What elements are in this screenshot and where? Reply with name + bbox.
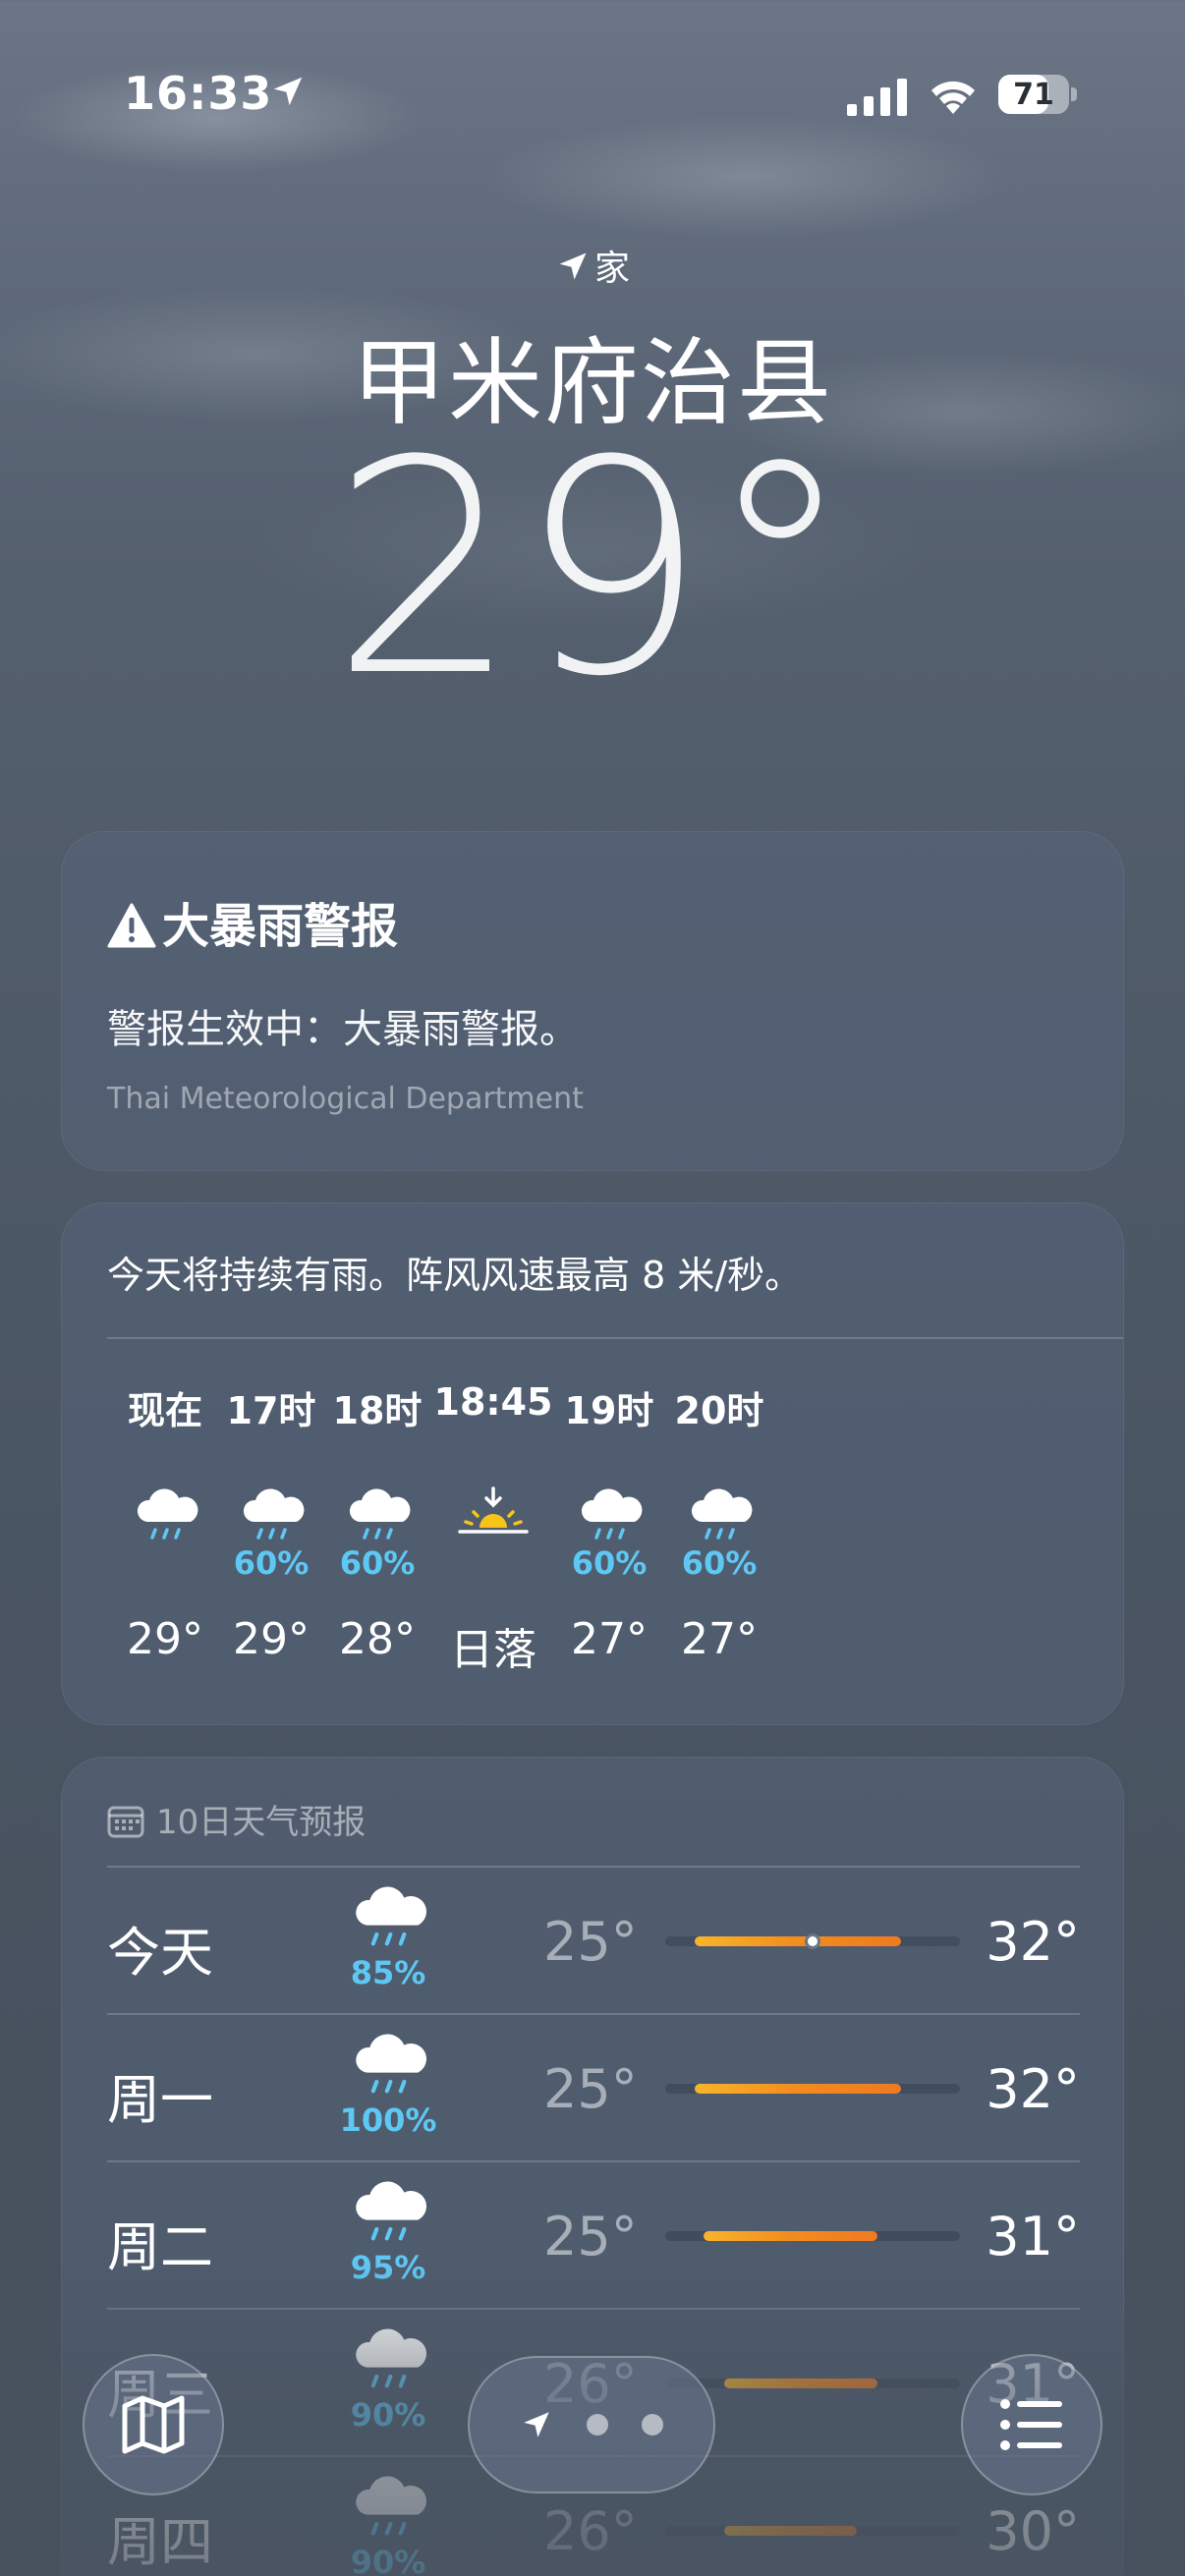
current-temperature: 29° — [331, 398, 854, 741]
precip-chance: 60% — [681, 1544, 758, 1582]
temperature-range-bar — [665, 2379, 960, 2388]
high-temperature: 30° — [986, 2500, 1080, 2562]
battery-indicator: 71 — [998, 75, 1077, 114]
page-indicator[interactable] — [468, 2356, 715, 2493]
location-arrow-icon — [273, 77, 303, 106]
temperature-range-bar — [665, 2526, 960, 2536]
precip-chance: 85% — [350, 1954, 426, 1991]
status-bar: 16:33 71 — [0, 59, 1185, 138]
cloud-rain-icon — [339, 1879, 437, 1948]
calendar-icon — [107, 1806, 144, 1838]
current-temp-marker — [804, 1933, 820, 1949]
low-temperature: 25° — [543, 1911, 638, 1973]
alert-source: Thai Meteorological Department — [107, 1082, 584, 1116]
precip-chance: 90% — [350, 2544, 426, 2576]
day-name: 周一 — [107, 2069, 213, 2131]
battery-level: 71 — [1013, 78, 1054, 112]
high-temperature: 31° — [986, 2206, 1080, 2268]
warning-triangle-icon — [107, 903, 156, 948]
hourly-forecast-card[interactable]: 今天将持续有雨。阵风风速最高 8 米/秒。 现在 29° 17时 60% 29° 18时 6… — [61, 1203, 1124, 1725]
daily-row[interactable]: 今天 85% 25° 32° — [107, 1866, 1080, 2013]
map-button[interactable] — [83, 2354, 224, 2495]
precip-chance: 100% — [339, 2101, 437, 2139]
precip-chance: 95% — [350, 2249, 426, 2286]
hourly-item: 20时 60% 27° — [646, 1380, 793, 1664]
low-temperature: 25° — [543, 2206, 638, 2268]
cloud-moon-rain-icon — [646, 1463, 793, 1541]
temperature-range-fill — [704, 2231, 877, 2241]
page-dot — [587, 2414, 608, 2436]
alert-text: 警报生效中：大暴雨警报。 — [107, 1007, 579, 1052]
location-arrow-icon — [559, 252, 587, 280]
alert-title: 大暴雨警报 — [107, 887, 398, 956]
divider — [107, 1866, 1080, 1868]
hourly-summary: 今天将持续有雨。阵风风速最高 8 米/秒。 — [107, 1254, 803, 1297]
divider — [107, 1337, 1123, 1339]
location-name: 家 — [593, 249, 630, 289]
cellular-signal-icon — [847, 79, 907, 116]
divider — [107, 2308, 1080, 2310]
location-arrow-icon — [524, 2412, 549, 2437]
temperature-range-fill — [724, 2526, 857, 2536]
hour-temperature: 27° — [681, 1614, 758, 1664]
status-time: 16:33 — [124, 67, 273, 120]
location-label: 家 — [0, 240, 1185, 291]
cloud-rain-icon — [339, 2027, 437, 2096]
map-icon — [122, 2395, 185, 2454]
temperature-range-bar — [665, 2231, 960, 2241]
temperature-range-fill — [695, 2084, 901, 2094]
cloud-rain-icon — [339, 2469, 437, 2538]
daily-row[interactable]: 周二 95% 25° 31° — [107, 2160, 1080, 2308]
temperature-range-fill — [724, 2379, 877, 2388]
list-button[interactable] — [961, 2354, 1102, 2495]
low-temperature: 25° — [543, 2058, 638, 2120]
hour-label: 20时 — [674, 1389, 764, 1432]
weather-alert-card[interactable]: 大暴雨警报 警报生效中：大暴雨警报。 Thai Meteorological D… — [61, 831, 1124, 1171]
temperature-range-bar — [665, 1933, 960, 1949]
high-temperature: 32° — [986, 2058, 1080, 2120]
divider — [107, 2013, 1080, 2015]
daily-header: 10日天气预报 — [107, 1795, 366, 1843]
divider — [107, 2160, 1080, 2162]
day-name: 周二 — [107, 2216, 213, 2278]
temperature-range-bar — [665, 2084, 960, 2094]
page-dot — [642, 2414, 663, 2436]
wifi-icon — [931, 81, 975, 114]
temperature-range-fill — [695, 1933, 901, 1949]
daily-row[interactable]: 周一 100% 25° 32° — [107, 2013, 1080, 2160]
day-name: 周四 — [107, 2511, 213, 2573]
list-icon — [1000, 2399, 1062, 2450]
low-temperature: 26° — [543, 2500, 638, 2562]
high-temperature: 32° — [986, 1911, 1080, 1973]
day-name: 今天 — [107, 1922, 213, 1984]
cloud-rain-icon — [339, 2174, 437, 2243]
precip-chance: 90% — [350, 2396, 426, 2434]
cloud-rain-icon — [339, 2322, 437, 2390]
